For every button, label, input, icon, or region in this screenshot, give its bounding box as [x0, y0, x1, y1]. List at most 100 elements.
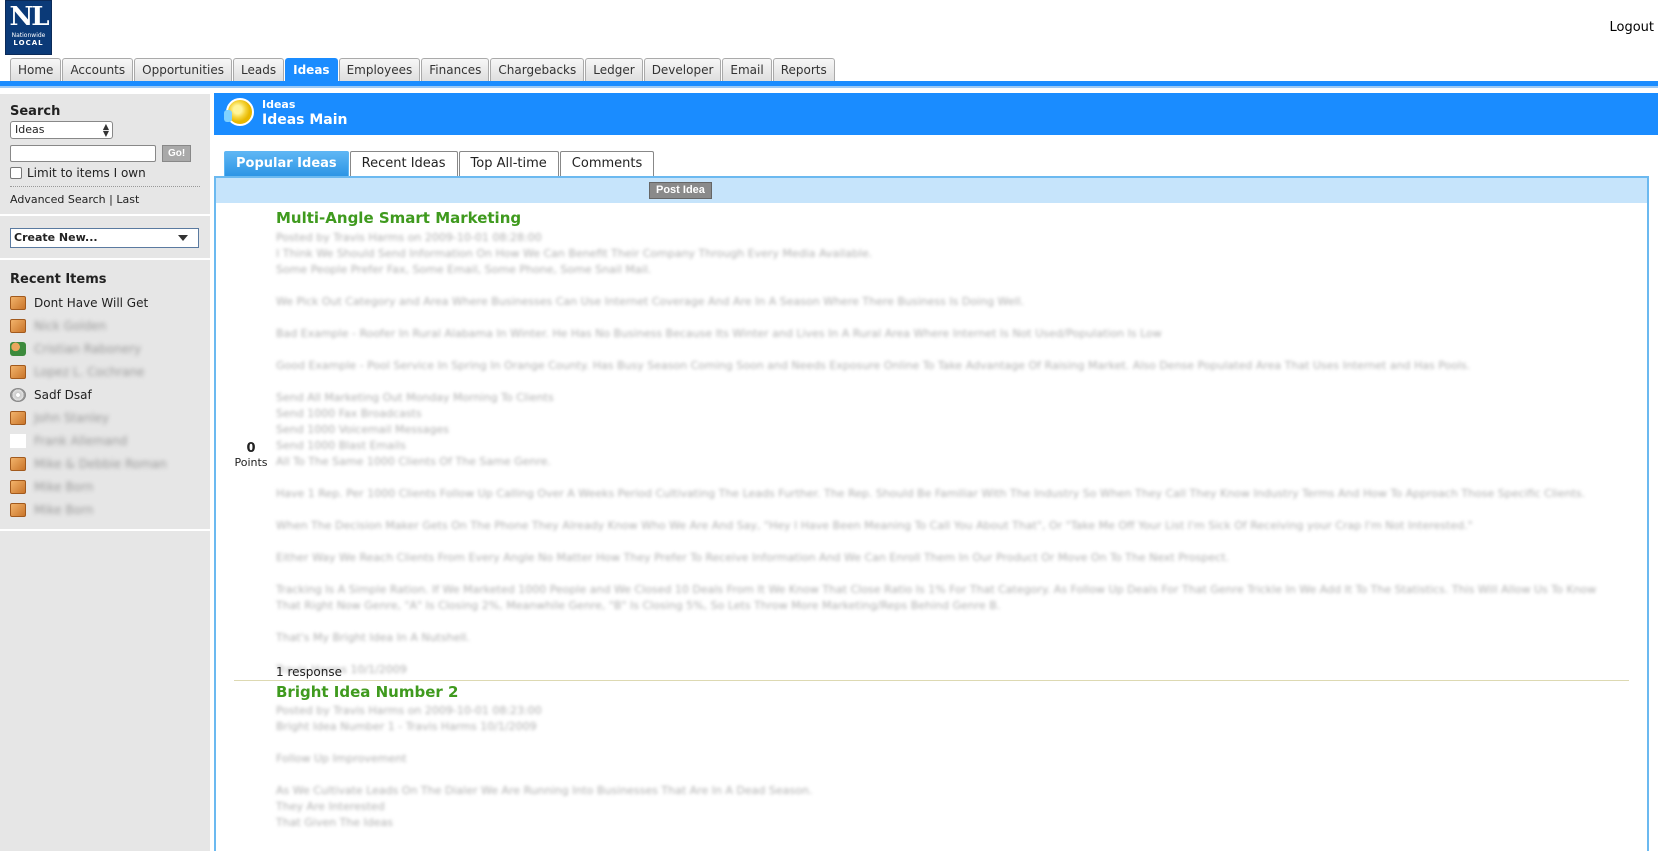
post-idea-button[interactable]: Post Idea	[649, 182, 712, 199]
chevron-down-icon	[178, 235, 188, 241]
box-icon	[10, 456, 26, 471]
idea-body-line	[276, 342, 1616, 358]
idea-body-line: When The Decision Maker Gets On The Phon…	[276, 519, 1473, 532]
sidebar: Search Ideas ▲ ▼ Go! Limit to items I own…	[0, 94, 210, 851]
idea-body-line: Send All Marketing Out Monday Morning To…	[276, 391, 554, 404]
company-logo[interactable]: NL Nationwide LOCAL	[5, 0, 52, 55]
go-button[interactable]: Go!	[162, 145, 192, 162]
points-value: 0	[246, 441, 256, 456]
people-icon	[10, 341, 26, 356]
tab-reports[interactable]: Reports	[772, 58, 835, 81]
select-arrows-icon: ▲ ▼	[102, 122, 109, 138]
tab-developer[interactable]: Developer	[643, 58, 722, 81]
box-icon	[10, 502, 26, 517]
tab-ledger[interactable]: Ledger	[585, 58, 643, 81]
recent-item[interactable]: Mike & Debbie Roman	[10, 452, 200, 475]
subtab-comments[interactable]: Comments	[559, 151, 655, 176]
recent-item[interactable]: John Stanley	[10, 406, 200, 429]
logo-mark: NL	[9, 2, 49, 32]
advanced-search-link[interactable]: Advanced Search	[10, 193, 106, 206]
search-scope-select[interactable]: Ideas ▲ ▼	[10, 121, 113, 139]
points-label: Points	[234, 456, 268, 469]
recent-item[interactable]: Nick Golden	[10, 314, 200, 337]
nav-underline-light	[0, 86, 1658, 88]
idea-body-line	[276, 534, 1616, 550]
ideas-toolbar: Post Idea	[216, 178, 1647, 203]
recent-item-label: Frank Allemand	[34, 433, 128, 448]
recent-item[interactable]: Cristian Rabonery	[10, 337, 200, 360]
recent-item-label: Lopez L. Cochrane	[34, 364, 145, 379]
idea-body-line	[276, 566, 1616, 582]
tab-ideas[interactable]: Ideas	[285, 58, 338, 81]
main-nav-tabs: Home Accounts Opportunities Leads Ideas Emplo…	[10, 58, 836, 81]
idea-body-line: Some People Prefer Fax, Some Email, Some…	[276, 263, 652, 276]
idea-body-line: Send 1000 Fax Broadcasts	[276, 407, 422, 420]
tab-opportunities[interactable]: Opportunities	[134, 58, 233, 81]
subtab-top-all-time[interactable]: Top All-time	[458, 151, 559, 176]
lightbulb-icon	[224, 98, 254, 126]
idea-body-line: Bad Example - Roofer In Rural Alabama In…	[276, 327, 1162, 340]
recent-item[interactable]: Mike Born	[10, 498, 200, 521]
idea-body: Posted by Travis Harms on 2009-10-01 08:…	[276, 230, 1616, 678]
idea-body-line	[276, 310, 1616, 326]
box-icon	[10, 364, 26, 379]
subtab-popular-ideas[interactable]: Popular Ideas	[224, 151, 349, 176]
recent-item[interactable]: Dont Have Will Get	[10, 291, 200, 314]
tab-employees[interactable]: Employees	[338, 58, 421, 81]
recent-item-label: Mike & Debbie Roman	[34, 456, 167, 471]
recent-item[interactable]: Lopez L. Cochrane	[10, 360, 200, 383]
recent-items-panel: Recent Items Dont Have Will Get Nick Gold…	[0, 260, 210, 531]
box-icon	[10, 318, 26, 333]
create-new-panel: Create New...	[0, 216, 210, 260]
idea-body-line	[276, 470, 1616, 486]
recent-item[interactable]: Frank Allemand	[10, 429, 200, 452]
recent-item-label: Nick Golden	[34, 318, 107, 333]
idea-body-line: Send 1000 Blast Emails	[276, 439, 406, 452]
idea-title-link[interactable]: Multi-Angle Smart Marketing	[276, 209, 521, 227]
search-title: Search	[10, 104, 61, 119]
idea-body-line: Either Way We Reach Clients From Every A…	[276, 551, 1229, 564]
ideas-subtabs: Popular Ideas Recent Ideas Top All-time Com…	[224, 151, 655, 176]
idea-body-line: Travis Harms 10/1/2009	[276, 663, 407, 676]
link-separator: |	[109, 193, 113, 206]
disk-icon	[10, 387, 26, 402]
box-icon	[10, 479, 26, 494]
recent-item-label: Dont Have Will Get	[34, 295, 149, 310]
idea-body-line	[276, 374, 1616, 390]
idea-response-link[interactable]: 1 response	[276, 665, 342, 679]
idea-title-link[interactable]: Bright Idea Number 2	[276, 683, 458, 701]
tab-chargebacks[interactable]: Chargebacks	[490, 58, 585, 81]
tab-accounts[interactable]: Accounts	[62, 58, 134, 81]
search-input[interactable]	[10, 145, 156, 162]
idea-body-line: We Pick Out Category and Area Where Busi…	[276, 295, 1025, 308]
logout-link[interactable]: Logout	[1609, 20, 1654, 35]
idea-body-line	[276, 278, 1616, 294]
limit-checkbox[interactable]	[10, 167, 22, 179]
last-search-link[interactable]: Last	[116, 193, 139, 206]
subtab-recent-ideas[interactable]: Recent Ideas	[349, 151, 458, 176]
recent-item-label: Sadf Dsaf	[34, 387, 92, 402]
idea-body-line: I Think We Should Send Information On Ho…	[276, 247, 873, 260]
idea-body-line	[276, 735, 1616, 751]
runner-icon	[10, 433, 26, 448]
create-new-label: Create New...	[14, 231, 98, 244]
idea-body-line: Send 1000 Voicemail Messages	[276, 423, 449, 436]
idea-body-line	[276, 614, 1616, 630]
recent-item[interactable]: Sadf Dsaf	[10, 383, 200, 406]
box-icon	[10, 295, 26, 310]
idea-body-line: Tracking Is A Simple Ration. If We Marke…	[276, 583, 1597, 612]
idea-body-line: That's My Bright Idea In A Nutshell.	[276, 631, 470, 644]
tab-leads[interactable]: Leads	[233, 58, 285, 81]
limit-label: Limit to items I own	[27, 166, 146, 180]
idea-body-line: That Given The Ideas	[276, 816, 393, 829]
tab-finances[interactable]: Finances	[421, 58, 490, 81]
tab-home[interactable]: Home	[10, 58, 62, 81]
idea-item: 0 Points Multi-Angle Smart Marketing Pos…	[234, 203, 1629, 681]
create-new-select[interactable]: Create New...	[10, 228, 199, 248]
breadcrumb: Ideas	[262, 98, 296, 111]
page-header: Ideas Ideas Main	[214, 93, 1658, 135]
tab-email[interactable]: Email	[722, 58, 772, 81]
recent-items-title: Recent Items	[10, 272, 107, 287]
idea-body-line	[276, 646, 1616, 662]
recent-item[interactable]: Mike Born	[10, 475, 200, 498]
